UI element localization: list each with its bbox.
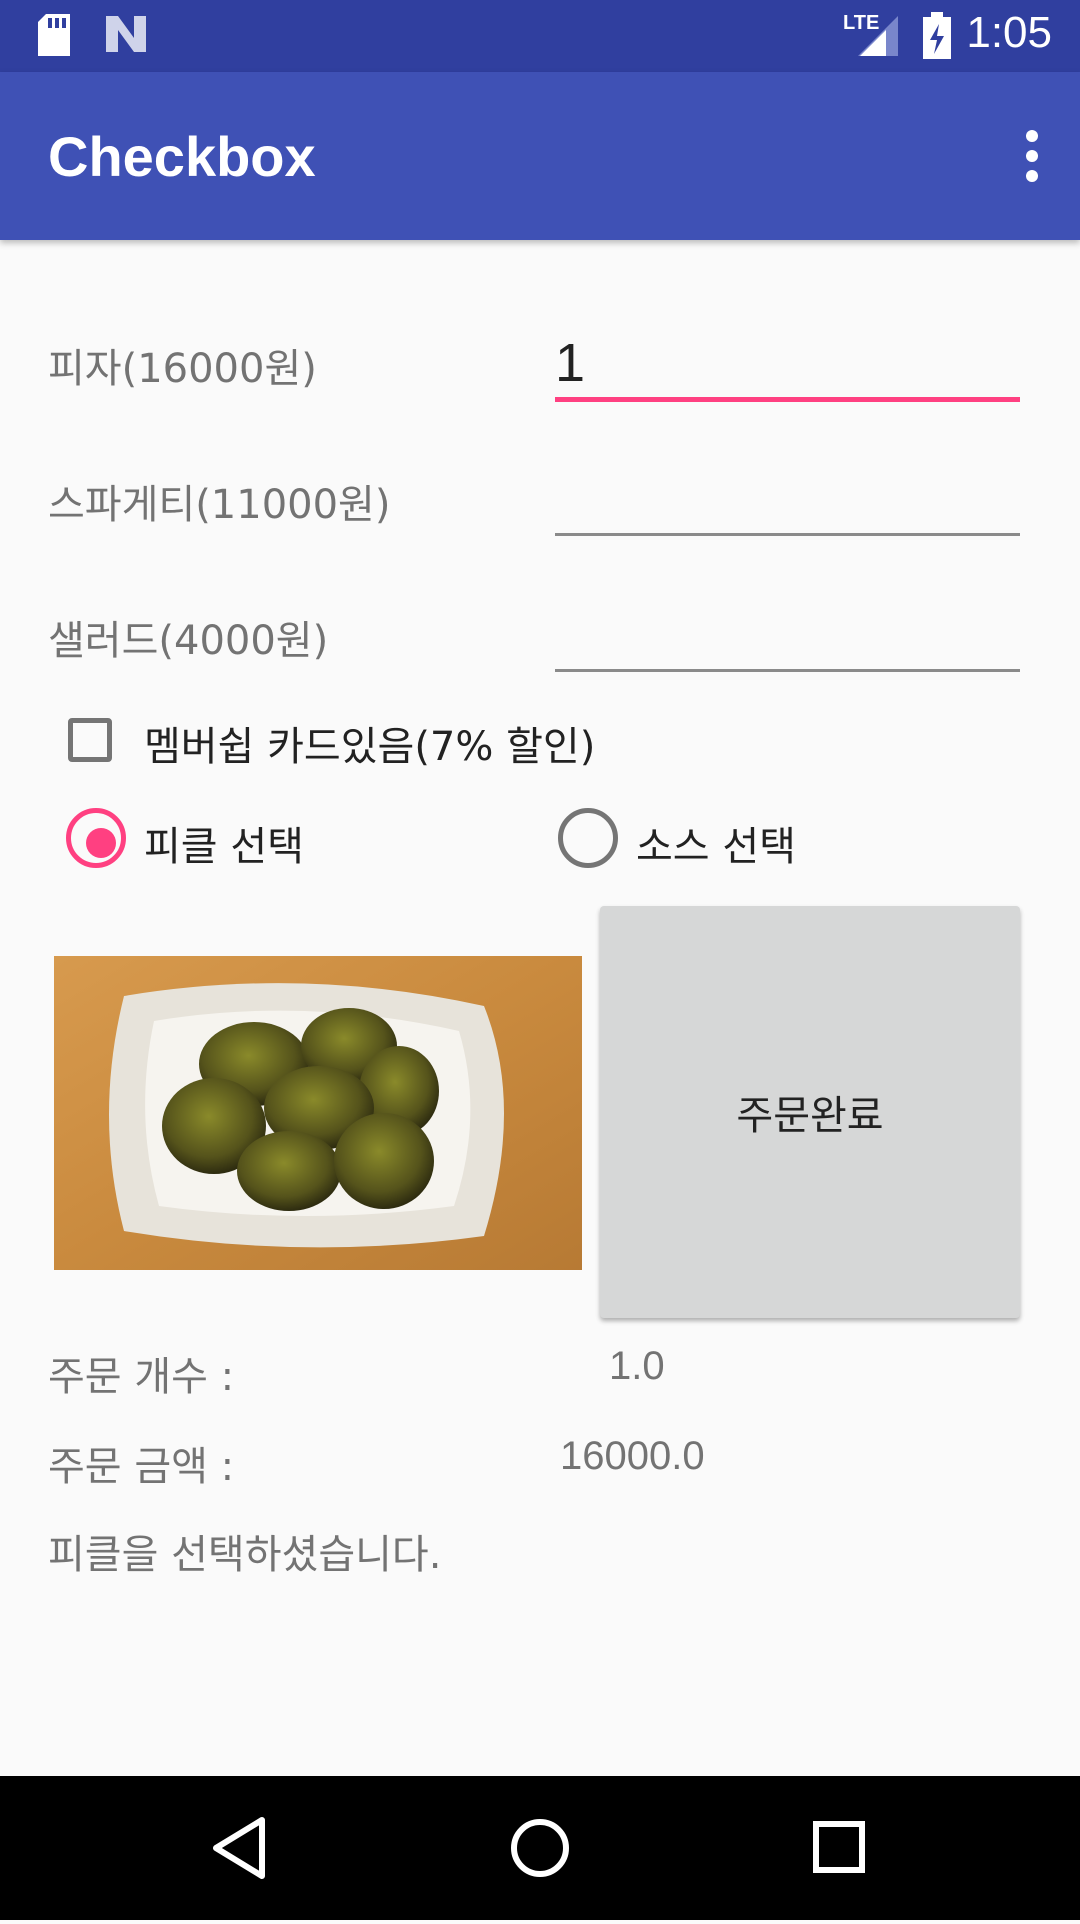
battery-charging-icon	[923, 12, 951, 59]
recents-icon	[813, 1821, 865, 1873]
radio-sauce-label: 소스 선택	[636, 824, 796, 870]
spaghetti-quantity-input[interactable]	[555, 466, 1020, 536]
overflow-menu-icon[interactable]	[1020, 130, 1044, 182]
pizza-label: 피자(16000원)	[48, 346, 317, 392]
checkbox-unchecked-icon	[68, 718, 112, 762]
salad-label: 샐러드(4000원)	[48, 618, 329, 664]
back-button[interactable]	[180, 1776, 300, 1920]
sd-card-icon	[38, 14, 70, 56]
order-count-label: 주문 개수 :	[48, 1354, 235, 1400]
status-time: 1:05	[966, 8, 1052, 57]
pickle-image	[54, 956, 582, 1270]
order-complete-button[interactable]: 주문완료	[600, 906, 1020, 1318]
selection-message: 피클을 선택하셨습니다.	[48, 1532, 442, 1578]
radio-unchecked-icon	[558, 808, 618, 868]
status-bar: LTE 1:05	[0, 0, 1080, 72]
app-title: Checkbox	[48, 125, 316, 188]
back-icon	[213, 1817, 265, 1879]
order-complete-label: 주문완료	[736, 1093, 884, 1139]
order-amount-label: 주문 금액 :	[48, 1444, 235, 1490]
salad-quantity-input[interactable]	[555, 602, 1020, 672]
membership-label: 멤버쉽 카드있음(7% 할인)	[144, 724, 596, 770]
spaghetti-label: 스파게티(11000원)	[48, 482, 391, 528]
home-button[interactable]	[480, 1776, 600, 1920]
pizza-quantity-input[interactable]: 1	[555, 332, 1020, 402]
pizza-quantity-value: 1	[555, 333, 586, 393]
radio-pickle-label: 피클 선택	[144, 824, 304, 870]
app-bar: Checkbox	[0, 72, 1080, 240]
recents-button[interactable]	[780, 1776, 900, 1920]
order-count-value: 1.0	[609, 1344, 665, 1388]
android-n-icon	[106, 16, 146, 52]
order-amount-value: 16000.0	[560, 1434, 705, 1478]
navigation-bar	[0, 1776, 1080, 1920]
signal-icon	[858, 16, 898, 56]
radio-checked-icon	[66, 808, 126, 868]
home-icon	[511, 1819, 569, 1877]
